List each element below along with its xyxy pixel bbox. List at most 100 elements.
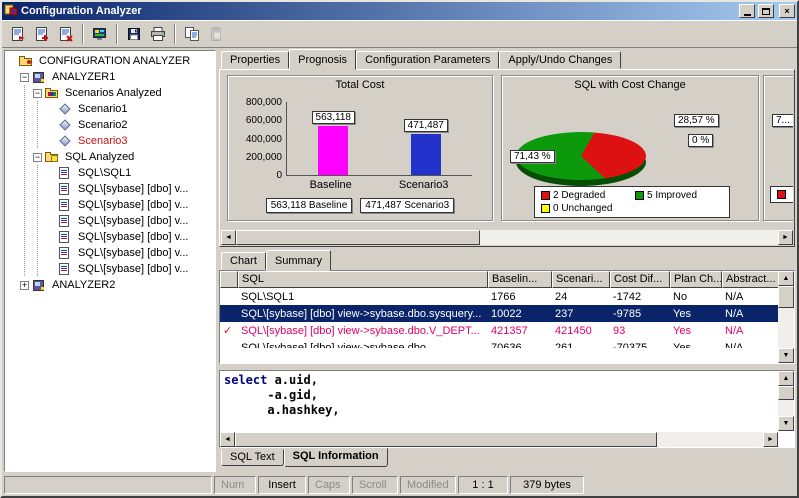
- toolbar-separator: [82, 24, 84, 44]
- tree-item[interactable]: SQL\SQL1: [5, 165, 215, 181]
- scroll-down-icon[interactable]: ▼: [778, 416, 794, 431]
- tab-sql-information[interactable]: SQL Information: [284, 448, 388, 467]
- pie-label-unchanged: 0 %: [688, 134, 713, 147]
- tree-item[interactable]: − SQL Analyzed: [5, 149, 215, 165]
- scroll-down-icon[interactable]: ▼: [778, 348, 794, 363]
- table-row[interactable]: SQL\SQL1176624-1742NoN/A: [220, 288, 778, 305]
- close-button[interactable]: ×: [779, 4, 795, 18]
- options-button[interactable]: [88, 23, 112, 46]
- analyzer-tree[interactable]: CONFIGURATION ANALYZER−ANALYZER1−Scenari…: [4, 50, 216, 472]
- tab-apply-undo-changes[interactable]: Apply/Undo Changes: [499, 51, 621, 69]
- open-analyzer-button[interactable]: [30, 23, 54, 46]
- sql-item-icon: [58, 231, 73, 244]
- scroll-right-icon[interactable]: ►: [778, 230, 793, 245]
- tree-item-label: ANALYZER1: [50, 71, 117, 83]
- new-analyzer-button[interactable]: [6, 23, 30, 46]
- tree-item[interactable]: − ANALYZER1: [5, 69, 215, 85]
- scroll-thumb[interactable]: [778, 386, 794, 400]
- tab-chart[interactable]: Chart: [221, 252, 266, 270]
- collapse-icon[interactable]: −: [33, 153, 42, 162]
- scroll-thumb[interactable]: [778, 286, 794, 308]
- tab-summary[interactable]: Summary: [266, 250, 331, 271]
- tree-item[interactable]: SQL\[sybase] [dbo] v...: [5, 181, 215, 197]
- table-cell: SQL\SQL1: [238, 291, 488, 303]
- column-header[interactable]: Cost Dif...: [610, 271, 670, 288]
- table-cell: N/A: [722, 325, 778, 337]
- scroll-left-icon[interactable]: ◄: [220, 432, 235, 447]
- bar-baseline: 563,118: [291, 111, 375, 175]
- scroll-left-icon[interactable]: ◄: [221, 230, 236, 245]
- tree-item[interactable]: −Scenarios Analyzed: [5, 85, 215, 101]
- app-window: Configuration Analyzer × CONFIGURATION A…: [0, 0, 799, 498]
- sql-item-icon: [58, 263, 73, 276]
- scroll-up-icon[interactable]: ▲: [778, 371, 794, 386]
- sql-text[interactable]: select a.uid, -a.gid, a.hashkey,: [224, 373, 776, 431]
- copy-button[interactable]: [180, 23, 204, 46]
- expand-icon[interactable]: +: [20, 281, 29, 290]
- maximize-button[interactable]: [758, 4, 774, 18]
- title-bar: Configuration Analyzer ×: [2, 2, 797, 20]
- status-insert: Insert: [258, 476, 306, 494]
- scenario3-bar: [411, 134, 441, 175]
- tree-item-label: SQL\[sybase] [dbo] v...: [76, 199, 190, 211]
- charts-hscrollbar[interactable]: ◄ ►: [221, 230, 793, 245]
- collapse-icon[interactable]: −: [20, 73, 29, 82]
- table-cell: Yes: [670, 325, 722, 337]
- status-blank: [4, 476, 212, 494]
- table-row[interactable]: ✓SQL\[sybase] [dbo] view->sybase.dbo.V_D…: [220, 322, 778, 339]
- scroll-thumb[interactable]: [235, 432, 657, 447]
- tree-item[interactable]: +ANALYZER2: [5, 277, 215, 293]
- delete-analyzer-button[interactable]: [54, 23, 78, 46]
- tab-properties[interactable]: Properties: [221, 51, 289, 69]
- save-button[interactable]: [122, 23, 146, 46]
- tree-item[interactable]: Scenario1: [5, 101, 215, 117]
- table-row[interactable]: SQL\[sybase] [dbo] view->sybase.dbo.sysq…: [220, 305, 778, 322]
- right-panel: Properties Prognosis Configuration Param…: [219, 48, 795, 472]
- column-header[interactable]: [220, 271, 238, 288]
- table-vscrollbar[interactable]: ▲ ▼: [778, 271, 794, 363]
- column-header[interactable]: SQL: [238, 271, 488, 288]
- table-cell: 421357: [488, 325, 552, 337]
- table-cell: Yes: [670, 308, 722, 320]
- sql-hscrollbar[interactable]: ◄ ►: [220, 432, 778, 447]
- tree-item[interactable]: SQL\[sybase] [dbo] v...: [5, 245, 215, 261]
- column-header[interactable]: Plan Ch...: [670, 271, 722, 288]
- scroll-right-icon[interactable]: ►: [763, 432, 778, 447]
- tab-configuration-parameters[interactable]: Configuration Parameters: [356, 51, 499, 69]
- tree-item-label: SQL Analyzed: [63, 151, 136, 163]
- table-header: SQLBaselin...Scenari...Cost Dif...Plan C…: [220, 271, 778, 288]
- minimize-button[interactable]: [739, 4, 755, 18]
- new-analyzer-icon: [10, 26, 27, 42]
- tab-sql-text[interactable]: SQL Text: [221, 449, 284, 466]
- tree-item[interactable]: Scenario2: [5, 117, 215, 133]
- table-cell: 237: [552, 308, 610, 320]
- bar-chart-legend: 563,118 Baseline 471,487 Scenario3: [234, 198, 486, 213]
- column-header[interactable]: Baselin...: [488, 271, 552, 288]
- tree-item[interactable]: CONFIGURATION ANALYZER: [5, 53, 215, 69]
- collapse-icon[interactable]: −: [33, 89, 42, 98]
- scroll-up-icon[interactable]: ▲: [778, 271, 794, 286]
- sql-text-panel: select a.uid, -a.gid, a.hashkey, ▲ ▼ ◄ ►: [219, 370, 795, 448]
- scroll-thumb[interactable]: [236, 230, 480, 245]
- tab-prognosis[interactable]: Prognosis: [289, 49, 356, 70]
- sql-vscrollbar[interactable]: ▲ ▼: [778, 371, 794, 431]
- print-button[interactable]: [146, 23, 170, 46]
- tree-item[interactable]: SQL\[sybase] [dbo] v...: [5, 261, 215, 277]
- prognosis-charts-panel: Total Cost 800,000 600,000 400,000 200,0…: [219, 69, 795, 247]
- tree-item[interactable]: SQL\[sybase] [dbo] v...: [5, 213, 215, 229]
- table-cell: SQL\[sybase] [dbo] view->sybase.dbo....: [238, 342, 488, 349]
- partial-value-label: 7...: [772, 114, 793, 127]
- options-icon: [92, 26, 108, 42]
- tree-item[interactable]: SQL\[sybase] [dbo] v...: [5, 197, 215, 213]
- tree-item[interactable]: Scenario3: [5, 133, 215, 149]
- column-header[interactable]: Scenari...: [552, 271, 610, 288]
- tree-item[interactable]: SQL\[sybase] [dbo] v...: [5, 229, 215, 245]
- tree-item-label: SQL\[sybase] [dbo] v...: [76, 263, 190, 275]
- delete-analyzer-icon: [58, 26, 75, 42]
- tree-item-label: CONFIGURATION ANALYZER: [37, 55, 192, 67]
- scenario-icon: [58, 103, 73, 116]
- copy-icon: [184, 26, 200, 42]
- table-row[interactable]: SQL\[sybase] [dbo] view->sybase.dbo....7…: [220, 339, 778, 348]
- print-icon: [150, 26, 166, 42]
- paste-button[interactable]: [204, 23, 228, 46]
